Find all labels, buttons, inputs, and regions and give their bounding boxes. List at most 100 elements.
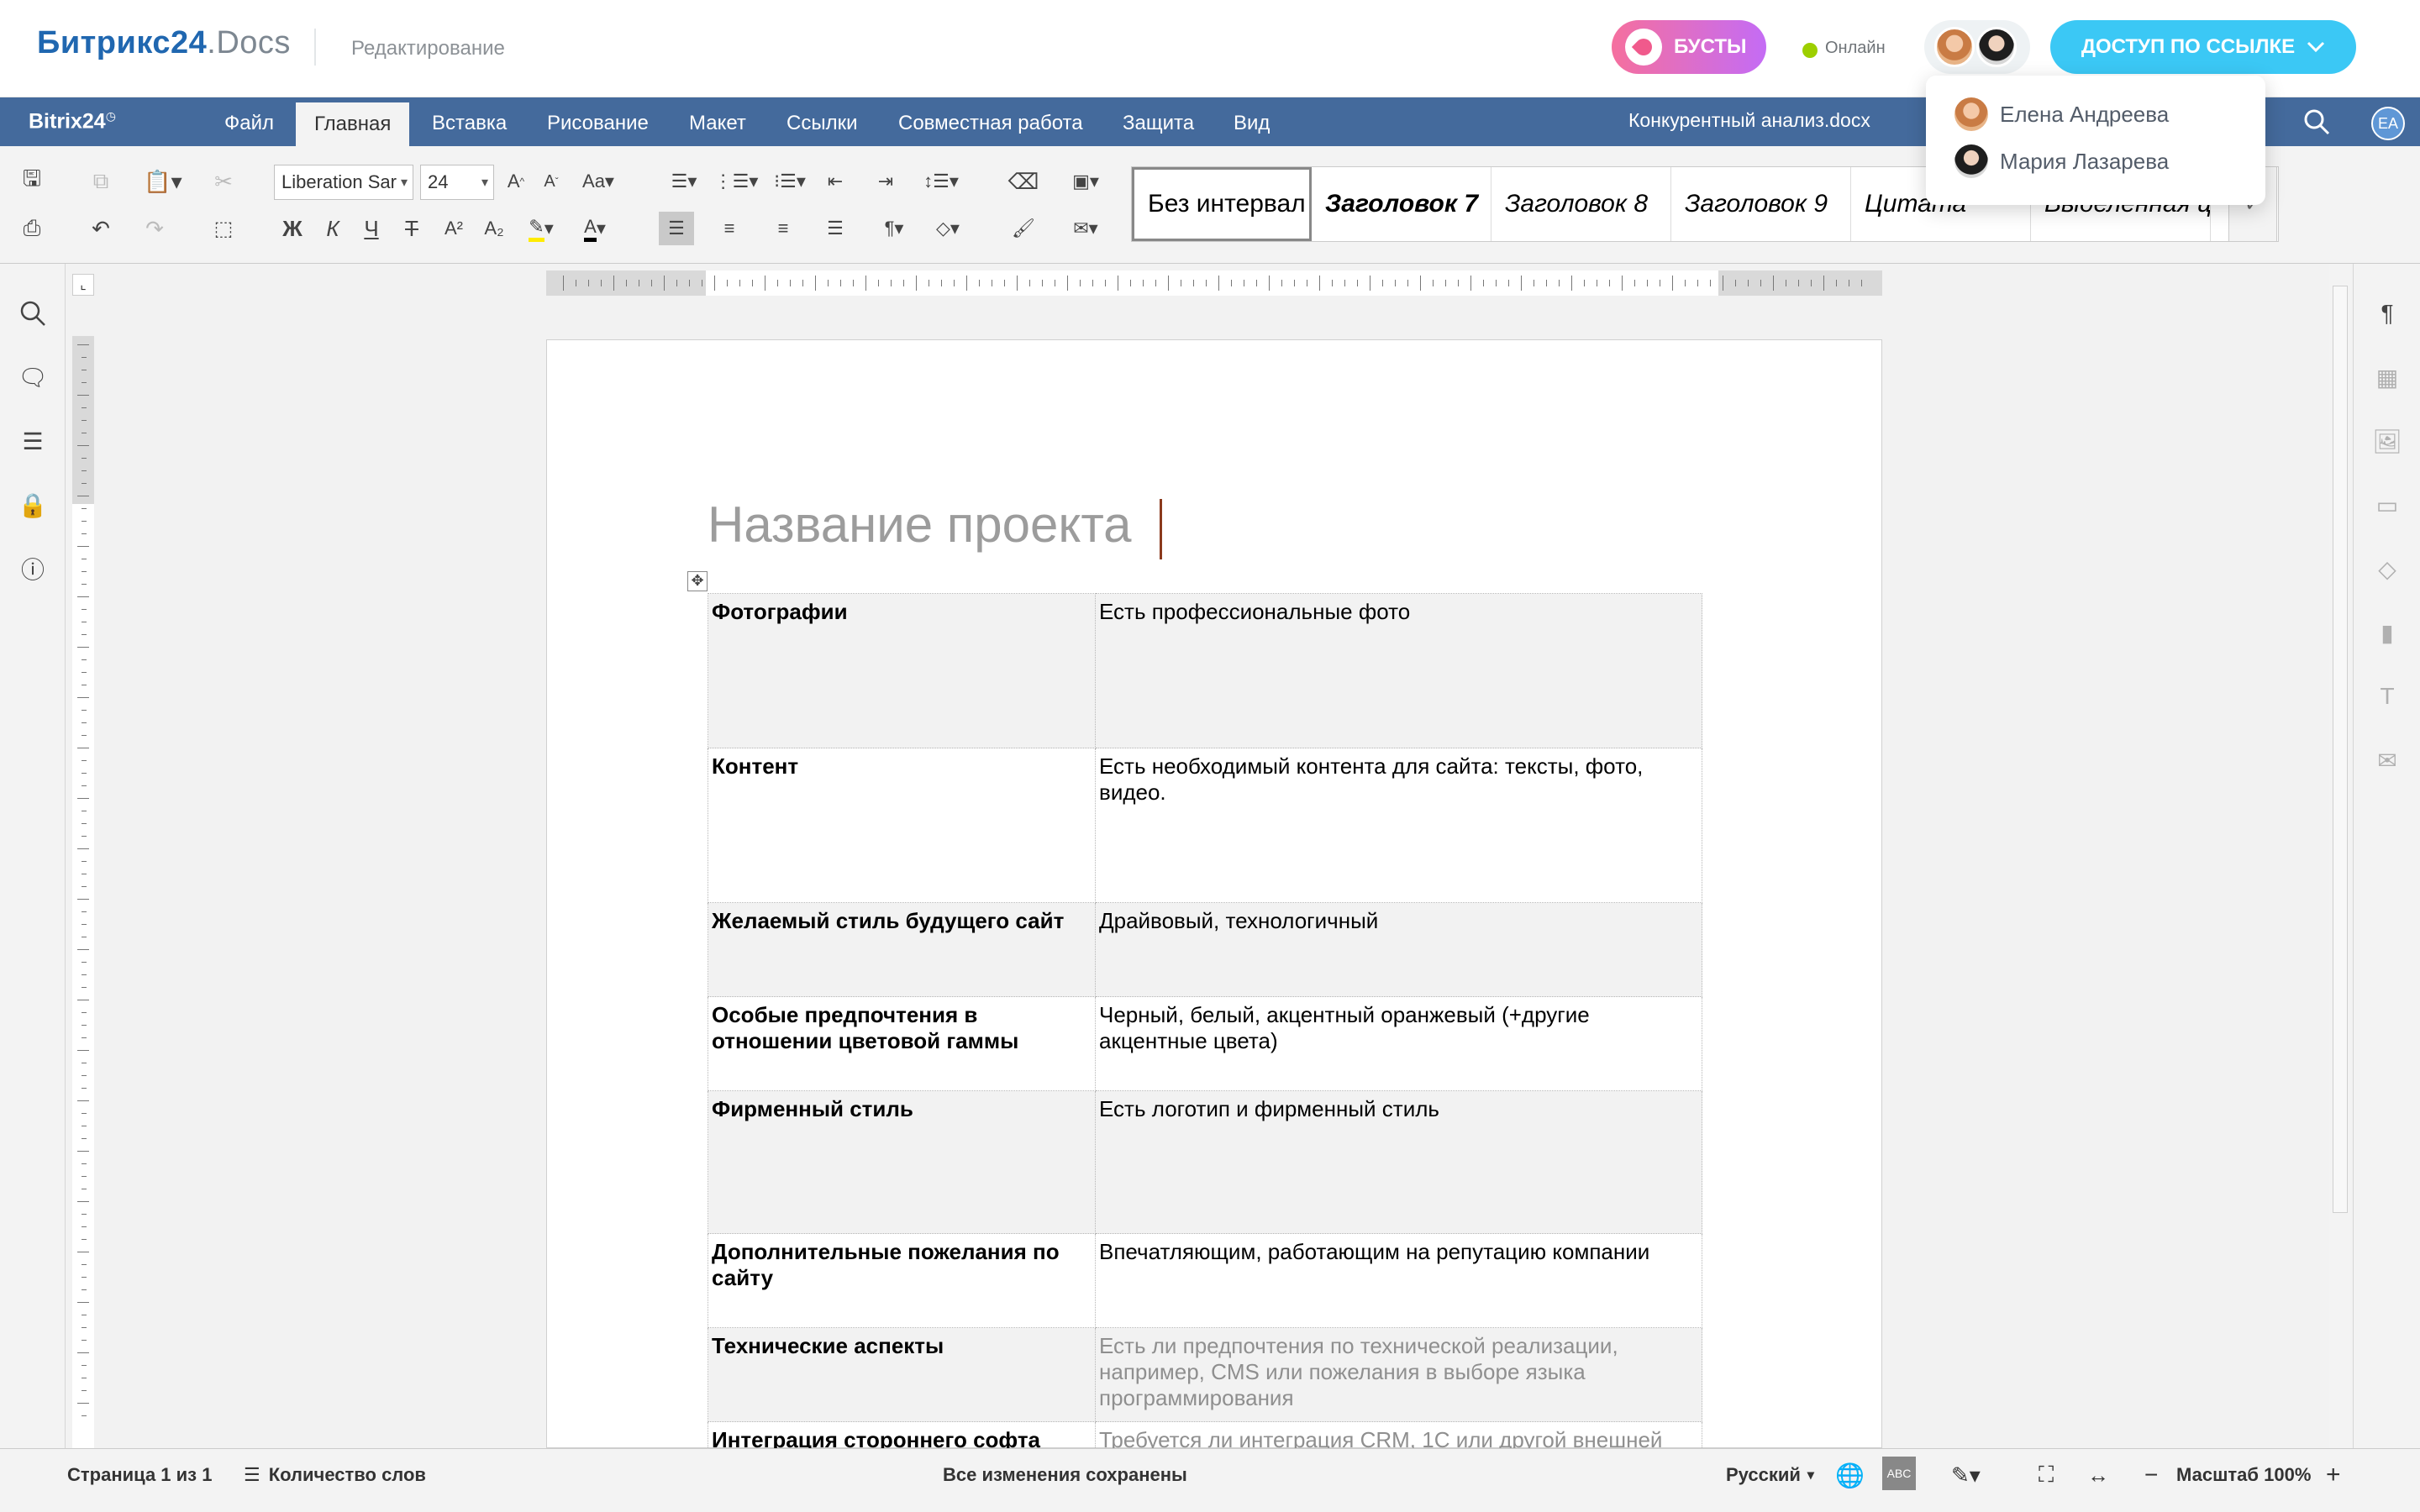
paste-icon[interactable]: 📋▾ — [138, 165, 188, 198]
user-avatar[interactable]: ЕА — [2371, 107, 2405, 140]
document-title[interactable]: Название проекта — [708, 496, 1132, 554]
paragraph-marks-icon[interactable]: ¶▾ — [871, 212, 918, 245]
format-painter-icon[interactable]: 🖌 — [1007, 212, 1040, 245]
align-right-icon[interactable]: ≡ — [766, 212, 800, 245]
track-changes-icon[interactable]: ✎▾ — [1951, 1458, 1981, 1492]
image-settings-icon[interactable]: 🖼 — [2371, 425, 2403, 457]
collaborators-button[interactable] — [1924, 20, 2030, 74]
menu-view[interactable]: Вид — [1215, 97, 1288, 146]
header-footer-icon[interactable]: ▭ — [2371, 489, 2403, 521]
decrease-font-icon[interactable]: Aˇ — [536, 165, 566, 198]
word-count-button[interactable]: ☰ Количество слов — [244, 1458, 426, 1492]
tab-stop-selector[interactable]: ⌞ — [72, 274, 94, 296]
menu-layout[interactable]: Макет — [671, 97, 765, 146]
row-key[interactable]: Особые предпочтения в отношении цветовой… — [708, 996, 1096, 1091]
multilevel-list-icon[interactable]: ⁝☰▾ — [766, 165, 813, 198]
zoom-level[interactable]: Масштаб 100% — [2176, 1458, 2311, 1492]
vertical-scrollbar[interactable] — [2329, 264, 2351, 1448]
menu-collaboration[interactable]: Совместная работа — [880, 97, 1102, 146]
clear-format-icon[interactable]: ⌫ — [1007, 165, 1040, 198]
collaborator-item[interactable]: Елена Андреева — [1954, 97, 2169, 131]
info-icon[interactable]: ⓘ — [17, 553, 49, 585]
print-icon[interactable]: ⎙ — [15, 212, 49, 245]
cut-icon[interactable]: ✂ — [207, 165, 240, 198]
menu-insert[interactable]: Вставка — [413, 97, 525, 146]
increase-indent-icon[interactable]: ⇥ — [869, 165, 902, 198]
lock-icon[interactable]: 🔒 — [17, 489, 49, 521]
table-move-handle[interactable]: ✥ — [687, 571, 708, 591]
redo-icon[interactable]: ↷ — [138, 212, 171, 245]
menu-file[interactable]: Файл — [206, 97, 292, 146]
row-value[interactable]: Впечатляющим, работающим на репутацию ко… — [1095, 1233, 1702, 1328]
row-key[interactable]: Технические аспекты — [708, 1327, 1096, 1422]
menu-protection[interactable]: Защита — [1104, 97, 1213, 146]
scrollbar-thumb[interactable] — [2333, 286, 2348, 1213]
select-all-icon[interactable]: ⬚ — [207, 212, 240, 245]
row-value[interactable]: Есть профессиональные фото — [1095, 593, 1702, 748]
page-indicator[interactable]: Страница 1 из 1 — [67, 1458, 212, 1492]
line-spacing-icon[interactable]: ↕☰▾ — [916, 165, 966, 198]
row-key[interactable]: Дополнительные пожелания по сайту — [708, 1233, 1096, 1328]
underline-button[interactable]: Ч — [355, 212, 388, 245]
increase-font-icon[interactable]: A ^ — [501, 165, 531, 198]
textart-settings-icon[interactable]: T — [2371, 680, 2403, 712]
row-value[interactable]: Есть необходимый контента для сайта: тек… — [1095, 748, 1702, 903]
row-value[interactable]: Драйвовый, технологичный — [1095, 902, 1702, 997]
boosts-button[interactable]: БУСТЫ — [1612, 20, 1766, 74]
menu-draw[interactable]: Рисование — [529, 97, 667, 146]
spellcheck-icon[interactable]: ABC — [1882, 1457, 1916, 1490]
bullet-list-icon[interactable]: ☰▾ — [660, 165, 708, 198]
table-settings-icon[interactable]: ▦ — [2371, 361, 2403, 393]
undo-icon[interactable]: ↶ — [84, 212, 118, 245]
share-link-button[interactable]: ДОСТУП ПО ССЫЛКЕ — [2050, 20, 2356, 74]
bold-button[interactable]: Ж — [276, 212, 309, 245]
comments-icon[interactable]: 🗨 — [17, 361, 49, 393]
highlight-icon[interactable]: ✎ ▾ — [518, 212, 565, 245]
align-justify-icon[interactable]: ☰ — [818, 212, 852, 245]
decrease-indent-icon[interactable]: ⇤ — [818, 165, 852, 198]
save-icon[interactable]: 🖫 — [15, 165, 49, 198]
language-select[interactable]: Русский ▾ — [1726, 1458, 1814, 1492]
style-heading-9[interactable]: Заголовок 9 — [1671, 167, 1851, 241]
vertical-ruler[interactable] — [72, 336, 94, 1448]
strikethrough-button[interactable]: Т — [395, 212, 429, 245]
font-color-icon[interactable]: A ▾ — [571, 212, 618, 245]
shading-icon[interactable]: ▣▾ — [1060, 165, 1111, 198]
font-name-select[interactable]: Liberation Sar ▾ — [274, 165, 413, 200]
shape-settings-icon[interactable]: ◇ — [2371, 553, 2403, 585]
zoom-out-button[interactable]: − — [2144, 1458, 2158, 1492]
fit-page-icon[interactable]: ⛶ — [2039, 1458, 2054, 1492]
zoom-in-button[interactable]: + — [2326, 1458, 2341, 1492]
subscript-icon[interactable]: A₂ — [477, 212, 511, 245]
align-center-icon[interactable]: ≡ — [713, 212, 746, 245]
row-value[interactable]: Есть ли предпочтения по технической реал… — [1095, 1327, 1702, 1422]
horizontal-ruler[interactable] — [546, 270, 1882, 296]
row-value[interactable]: Черный, белый, акцентный оранжевый (+дру… — [1095, 996, 1702, 1091]
fit-width-icon[interactable]: ↔ — [2087, 1458, 2109, 1492]
menu-references[interactable]: Ссылки — [768, 97, 876, 146]
mail-merge-settings-icon[interactable]: ✉ — [2371, 744, 2403, 776]
style-heading-7[interactable]: Заголовок 7 — [1312, 167, 1491, 241]
change-case-icon[interactable]: Aa▾ — [573, 165, 623, 198]
row-key[interactable]: Фотографии — [708, 593, 1096, 748]
collaborator-item[interactable]: Мария Лазарева — [1954, 144, 2169, 178]
row-key[interactable]: Контент — [708, 748, 1096, 903]
style-heading-8[interactable]: Заголовок 8 — [1491, 167, 1671, 241]
copy-icon[interactable]: ⧉ — [84, 165, 118, 198]
chart-settings-icon[interactable]: ▮ — [2371, 617, 2403, 648]
app-logo[interactable]: Битрикс24.Docs — [37, 25, 291, 61]
italic-button[interactable]: К — [316, 212, 350, 245]
search-icon[interactable] — [17, 297, 49, 329]
row-key[interactable]: Желаемый стиль будущего сайт — [708, 902, 1096, 997]
search-icon[interactable] — [2302, 108, 2331, 136]
numbered-list-icon[interactable]: ⋮☰▾ — [713, 165, 760, 198]
superscript-icon[interactable]: A² — [437, 212, 471, 245]
style-no-spacing[interactable]: Без интервал — [1132, 167, 1312, 241]
navigation-icon[interactable]: ☰ — [17, 425, 49, 457]
paragraph-settings-icon[interactable]: ¶ — [2371, 297, 2403, 329]
menu-home[interactable]: Главная — [296, 102, 410, 146]
mail-merge-icon[interactable]: ✉▾ — [1060, 212, 1111, 245]
align-left-icon[interactable]: ☰ — [659, 212, 694, 245]
globe-icon[interactable]: 🌐 — [1835, 1458, 1865, 1492]
font-size-select[interactable]: 24 ▾ — [420, 165, 494, 200]
